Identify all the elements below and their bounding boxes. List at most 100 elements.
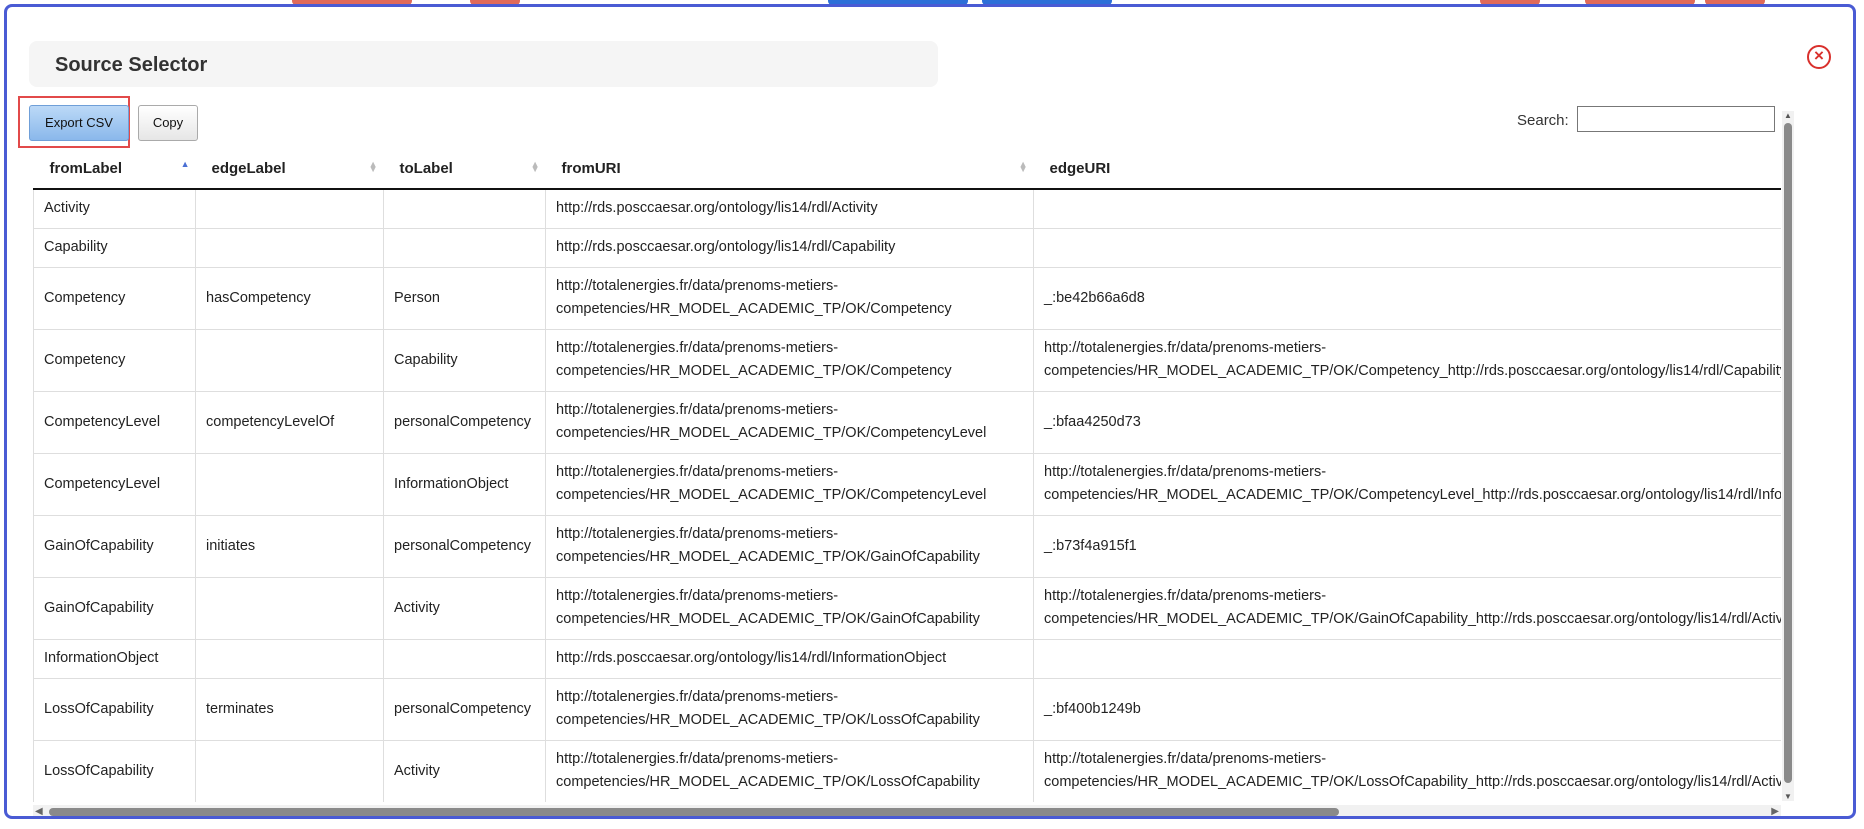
column-header-fromLabel[interactable]: fromLabel ▲ (33, 148, 196, 190)
table-row[interactable]: GainOfCapability initiates personalCompete… (33, 514, 1781, 578)
cell-text-line: http://totalenergies.fr/data/prenoms-met… (1044, 340, 1327, 356)
table-cell-edgeLabel (195, 227, 384, 268)
column-header-fromURI[interactable]: fromURI ▲ ▼ (545, 148, 1034, 190)
table-cell-fromURI: http://totalenergies.fr/data/prenoms-met… (545, 328, 1034, 392)
horizontal-scrollbar[interactable]: ◀ ▶ (33, 805, 1781, 816)
table-cell-edgeLabel (195, 739, 384, 802)
column-header-edgeLabel[interactable]: edgeLabel ▲ ▼ (195, 148, 384, 190)
cell-text-line: http://totalenergies.fr/data/prenoms-met… (556, 689, 839, 705)
cell-text-line: http://totalenergies.fr/data/prenoms-met… (556, 464, 839, 480)
scroll-up-icon[interactable]: ▲ (1784, 111, 1792, 120)
table-row[interactable]: LossOfCapability Activity http://totalener… (33, 739, 1781, 802)
table-cell-edgeURI: http://totalenergies.fr/data/prenoms-met… (1033, 576, 1781, 640)
table-cell-edgeURI (1033, 227, 1781, 268)
table-cell-fromLabel: GainOfCapability (33, 576, 196, 640)
table-header-row: fromLabel ▲ edgeLabel ▲ ▼ toLabel ▲ ▼ fromURI ▲ ▼ e… (33, 148, 1781, 190)
cell-text-line: http://totalenergies.fr/data/prenoms-met… (556, 340, 839, 356)
cell-text-line: competencies/HR_MODEL_ACADEMIC_TP/OK/Los… (1044, 774, 1781, 790)
sort-icon[interactable]: ▲ ▼ (1019, 160, 1028, 174)
table-cell-fromURI: http://rds.posccaesar.org/ontology/lis14… (545, 227, 1034, 268)
vertical-scrollbar[interactable]: ▲ ▼ (1782, 111, 1794, 801)
table-cell-edgeURI: http://totalenergies.fr/data/prenoms-met… (1033, 739, 1781, 802)
column-header-toLabel[interactable]: toLabel ▲ ▼ (383, 148, 546, 190)
cell-text-line: competencies/HR_MODEL_ACADEMIC_TP/OK/Com… (556, 425, 987, 441)
table-cell-fromURI: http://totalenergies.fr/data/prenoms-met… (545, 514, 1034, 578)
cell-text-line: http://totalenergies.fr/data/prenoms-met… (556, 588, 839, 604)
column-header-label: fromLabel (49, 159, 123, 177)
table-row[interactable]: CompetencyLevel InformationObject http://t… (33, 452, 1781, 516)
horizontal-scroll-thumb[interactable] (49, 808, 1339, 816)
table-cell-toLabel: Capability (383, 328, 546, 392)
table-cell-fromLabel: Capability (33, 227, 196, 268)
copy-button[interactable]: Copy (138, 105, 198, 141)
table-cell-fromURI: http://totalenergies.fr/data/prenoms-met… (545, 677, 1034, 741)
scroll-left-icon[interactable]: ◀ (35, 806, 43, 816)
cell-text-line: competencies/HR_MODEL_ACADEMIC_TP/OK/Gai… (1044, 611, 1781, 627)
close-icon[interactable]: × (1807, 45, 1831, 69)
table-cell-edgeURI: http://totalenergies.fr/data/prenoms-met… (1033, 452, 1781, 516)
table-cell-fromLabel: InformationObject (33, 638, 196, 679)
table-cell-edgeLabel: terminates (195, 677, 384, 741)
table-row[interactable]: Activity http://rds.posccaesar.org/ontolo… (33, 188, 1781, 229)
source-selector-dialog: Source Selector × Export CSV Copy Search… (4, 4, 1856, 819)
table-cell-fromLabel: LossOfCapability (33, 739, 196, 802)
cell-text-line: http://totalenergies.fr/data/prenoms-met… (1044, 588, 1327, 604)
cell-text-line: http://totalenergies.fr/data/prenoms-met… (556, 278, 839, 294)
results-table-container: fromLabel ▲ edgeLabel ▲ ▼ toLabel ▲ ▼ fromURI ▲ ▼ e… (33, 148, 1781, 802)
table-cell-fromLabel: Competency (33, 266, 196, 330)
export-csv-button[interactable]: Export CSV (29, 105, 129, 141)
column-header-label: fromURI (561, 159, 621, 177)
table-cell-edgeLabel: initiates (195, 514, 384, 578)
table-row[interactable]: CompetencyLevel competencyLevelOf personal… (33, 390, 1781, 454)
cell-text-line: competencies/HR_MODEL_ACADEMIC_TP/OK/Com… (1044, 363, 1781, 379)
cell-text-line: http://totalenergies.fr/data/prenoms-met… (1044, 751, 1327, 767)
table-cell-edgeURI: _:bfaa4250d73 (1033, 390, 1781, 454)
table-cell-toLabel: personalCompetency (383, 677, 546, 741)
table-cell-fromLabel: CompetencyLevel (33, 452, 196, 516)
table-cell-fromLabel: CompetencyLevel (33, 390, 196, 454)
dialog-title-bar: Source Selector (29, 41, 938, 87)
table-cell-fromURI: http://totalenergies.fr/data/prenoms-met… (545, 266, 1034, 330)
scroll-down-icon[interactable]: ▼ (1784, 792, 1792, 801)
table-cell-fromURI: http://totalenergies.fr/data/prenoms-met… (545, 739, 1034, 802)
vertical-scroll-thumb[interactable] (1784, 123, 1792, 783)
table-cell-edgeLabel: hasCompetency (195, 266, 384, 330)
table-cell-edgeLabel (195, 638, 384, 679)
table-row[interactable]: Competency Capability http://totalenergies… (33, 328, 1781, 392)
table-row[interactable]: Capability http://rds.posccaesar.org/onto… (33, 227, 1781, 268)
cell-text-line: competencies/HR_MODEL_ACADEMIC_TP/OK/Gai… (556, 611, 980, 627)
table-cell-toLabel (383, 188, 546, 229)
table-row[interactable]: GainOfCapability Activity http://totalener… (33, 576, 1781, 640)
table-cell-fromLabel: LossOfCapability (33, 677, 196, 741)
table-cell-fromLabel: Competency (33, 328, 196, 392)
table-cell-edgeURI: _:b73f4a915f1 (1033, 514, 1781, 578)
table-cell-toLabel: Activity (383, 576, 546, 640)
dialog-title: Source Selector (55, 54, 208, 76)
cell-text-line: competencies/HR_MODEL_ACADEMIC_TP/OK/Los… (556, 774, 980, 790)
search-input[interactable] (1577, 106, 1775, 132)
table-cell-toLabel: personalCompetency (383, 390, 546, 454)
table-cell-fromLabel: GainOfCapability (33, 514, 196, 578)
table-cell-edgeLabel: competencyLevelOf (195, 390, 384, 454)
sort-icon[interactable]: ▲ ▼ (369, 160, 378, 174)
column-header-label: edgeURI (1049, 159, 1111, 177)
column-header-label: toLabel (399, 159, 453, 177)
cell-text-line: competencies/HR_MODEL_ACADEMIC_TP/OK/Com… (556, 301, 952, 317)
column-header-edgeURI[interactable]: edgeURI▲▼ (1033, 148, 1781, 190)
cell-text-line: competencies/HR_MODEL_ACADEMIC_TP/OK/Com… (556, 363, 952, 379)
sort-icon[interactable]: ▲ ▼ (531, 160, 540, 174)
table-cell-edgeURI: http://totalenergies.fr/data/prenoms-met… (1033, 328, 1781, 392)
table-cell-toLabel: Activity (383, 739, 546, 802)
cell-text-line: http://totalenergies.fr/data/prenoms-met… (556, 526, 839, 542)
table-row[interactable]: LossOfCapability terminates personalCompet… (33, 677, 1781, 741)
cell-text-line: http://totalenergies.fr/data/prenoms-met… (556, 751, 839, 767)
table-row[interactable]: Competency hasCompetency Person http://tota… (33, 266, 1781, 330)
table-cell-toLabel: InformationObject (383, 452, 546, 516)
table-cell-fromURI: http://rds.posccaesar.org/ontology/lis14… (545, 638, 1034, 679)
sort-asc-icon[interactable]: ▲ (181, 160, 190, 169)
scroll-right-icon[interactable]: ▶ (1771, 806, 1779, 816)
table-row[interactable]: InformationObject http://rds.posccaesar.o… (33, 638, 1781, 679)
cell-text-line: competencies/HR_MODEL_ACADEMIC_TP/OK/Los… (556, 712, 980, 728)
cell-text-line: competencies/HR_MODEL_ACADEMIC_TP/OK/Gai… (556, 549, 980, 565)
table-cell-edgeLabel (195, 328, 384, 392)
